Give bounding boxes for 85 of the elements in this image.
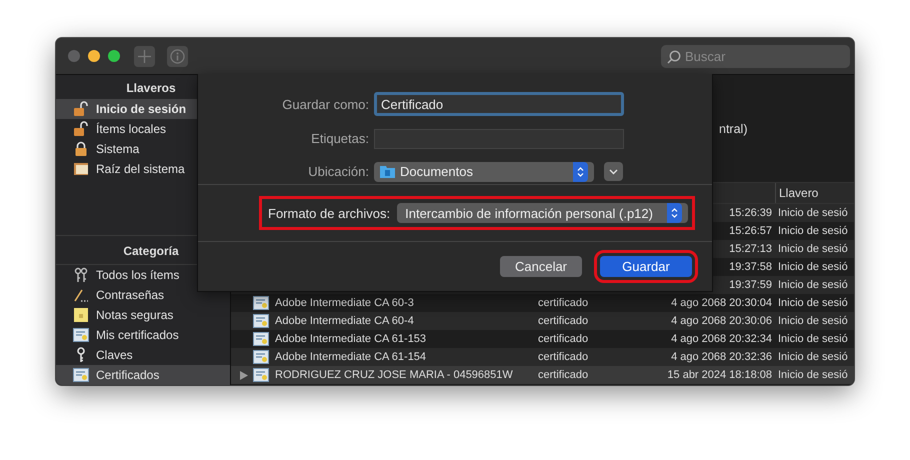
field-label: Guardar como: [281,96,370,112]
field-label: Etiquetas: [310,131,370,146]
table-cell-text: Inicio de sesió [778,225,849,237]
table-cell-text: Inicio de sesió [778,279,849,291]
add-button[interactable] [134,46,155,66]
table-cell-text: 4 ago 2068 20:30:06 [670,315,773,327]
pencil-icon [73,287,89,303]
certificate-icon [253,332,269,346]
info-icon [170,48,185,64]
table-cell-text: 4 ago 2068 20:32:34 [670,333,773,345]
field-label: Ubicación: [307,164,370,180]
table-cell-text: 15:26:39 [729,207,773,219]
search-field[interactable]: Buscar [661,44,850,68]
certificate-icon [73,368,89,382]
table-cell-text: 15:26:57 [729,225,773,237]
table-row[interactable]: Adobe Intermediate CA 61-154 certificado 4 ago 2068 20:32:36 Inicio de sesió [231,348,854,366]
section-header: Llaveros [125,80,177,97]
certificate-icon [253,314,269,328]
sidebar-item[interactable]: Sistema [56,139,230,159]
table-cell-text: Inicio de sesió [778,207,849,219]
table-cell-text: 4 ago 2068 20:30:04 [670,297,773,309]
table-cell-text: 15:27:13 [729,243,773,255]
table-cell-text: Inicio de sesió [778,315,849,327]
tags-field[interactable] [374,128,624,149]
field-label: Formato de archivos: [268,206,390,220]
table-row[interactable]: Adobe Intermediate CA 60-4 certificado 4 ago 2068 20:30:06 Inicio de sesió [231,312,854,330]
location-dropdown[interactable]: Documentos [374,162,594,182]
table-cell-text: Inicio de sesió [778,351,849,363]
note-icon [73,307,89,323]
chevron-down-icon [609,168,618,175]
table-cell-text: certificado [538,297,590,309]
table-cell-text: Inicio de sesió [778,369,849,381]
column-header[interactable]: Llavero [775,183,818,203]
table-cell-text: 19:37:58 [729,261,773,273]
info-button[interactable] [167,46,188,66]
sidebar-item[interactable]: Raíz del sistema [56,159,230,179]
sidebar-item[interactable]: Notas seguras [56,305,230,325]
table-cell: Adobe Intermediate CA 61-153 [275,333,426,345]
table-row[interactable]: Adobe Intermediate CA 60-3 certificado 4 ago 2068 20:30:04 Inicio de sesió [231,294,854,312]
table-cell: Adobe Intermediate CA 60-3 [275,297,414,309]
disclosure-triangle-icon[interactable] [240,370,248,380]
format-dropdown[interactable]: Intercambio de información personal (.p12) [397,203,688,223]
table-cell: RODRIGUEZ CRUZ JOSE MARIA - 04596851W [275,369,513,381]
plus-icon [138,50,151,62]
table-cell-text: certificado [538,333,590,345]
search-icon [667,50,681,64]
certificate-icon [253,296,269,310]
save-button[interactable]: Guardar [600,256,692,277]
expand-button[interactable] [604,162,623,182]
table-cell-text: 15 abr 2024 18:18:08 [666,369,773,381]
sidebar-item[interactable]: Certificados [56,365,230,385]
table-row[interactable]: Adobe Intermediate CA 61-153 certificado 4 ago 2068 20:32:34 Inicio de sesió [231,330,854,348]
cabinet-icon [73,161,89,177]
table-row[interactable]: RODRIGUEZ CRUZ JOSE MARIA - 04596851W certificado 15 abr 2024 18:18:08 Inicio de sesió [231,366,854,384]
zoom-button[interactable] [108,50,120,62]
info-text: ntral) [719,122,748,136]
table-cell-text: 19:37:59 [729,279,773,291]
minimize-button[interactable] [88,50,100,62]
table-cell: Adobe Intermediate CA 60-4 [275,315,414,327]
table-cell-text: 4 ago 2068 20:32:36 [670,351,773,363]
table-cell-text: Inicio de sesió [778,333,849,345]
sidebar-item[interactable]: Ítems locales [56,119,230,139]
name-field[interactable]: Certificado [374,92,624,116]
table-cell: Adobe Intermediate CA 61-154 [275,351,426,363]
keys-icon [73,267,89,283]
cancel-button[interactable]: Cancelar [500,256,582,277]
stepper-icon [671,207,678,219]
sidebar-item[interactable]: Claves [56,345,230,365]
stepper-icon [577,166,584,178]
table-cell-text: Inicio de sesió [778,297,849,309]
certificate-icon [253,368,269,382]
table-cell-text: Inicio de sesió [778,243,849,255]
open-lock-icon [73,101,89,117]
table-cell-text: certificado [538,351,590,363]
folder-icon [380,165,395,178]
open-lock-icon [73,121,89,137]
table-cell-text: certificado [538,315,590,327]
lock-icon [73,141,89,157]
sidebar-item[interactable]: Mis certificados [56,325,230,345]
sidebar-item[interactable]: Todos los ítems [56,265,230,285]
sidebar-item[interactable]: Contraseñas [56,285,230,305]
table-cell-text: Inicio de sesió [778,261,849,273]
table-cell-text: certificado [538,369,590,381]
certificate-icon [73,328,89,342]
certificate-icon [253,350,269,364]
